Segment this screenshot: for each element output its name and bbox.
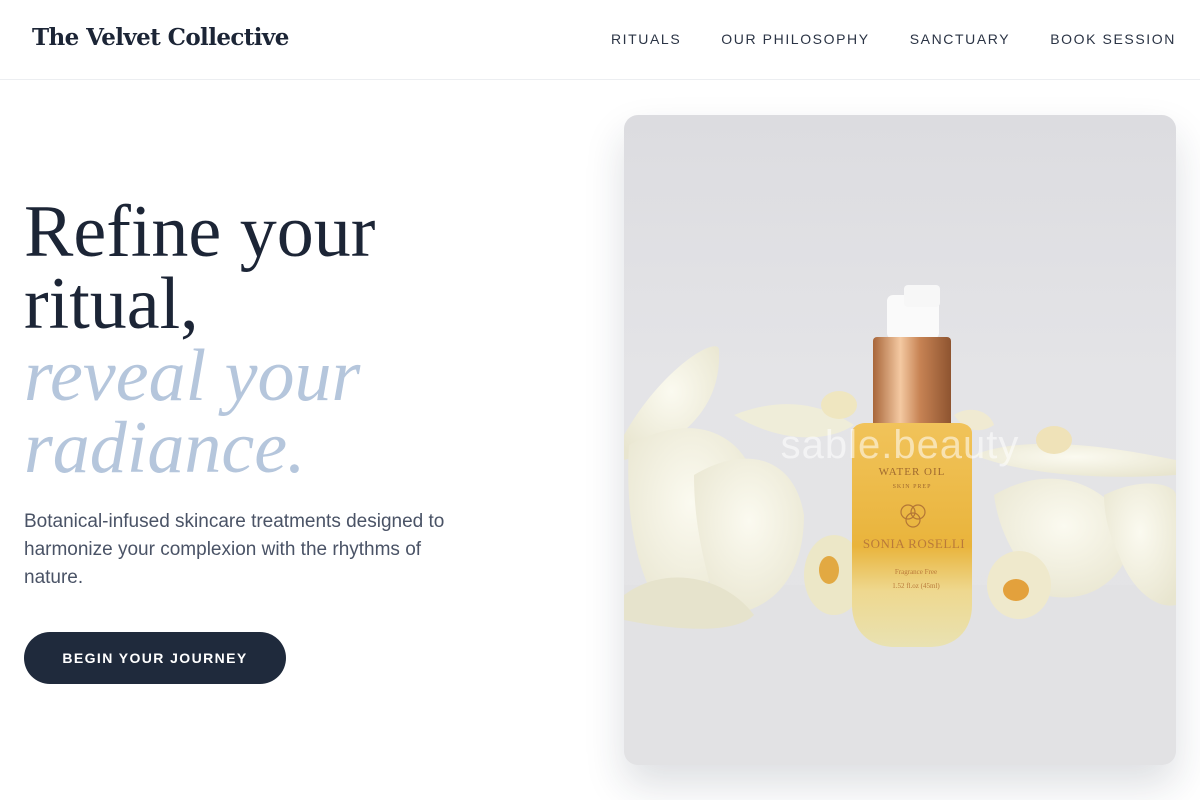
headline-line-1: Refine your bbox=[24, 191, 376, 273]
svg-text:1.52 fl.oz (45ml): 1.52 fl.oz (45ml) bbox=[892, 582, 940, 590]
nav-link-book-session[interactable]: BOOK SESSION bbox=[1050, 31, 1176, 47]
svg-text:SONIA ROSELLI: SONIA ROSELLI bbox=[863, 536, 965, 551]
main-nav: RITUALS OUR PHILOSOPHY SANCTUARY BOOK SE… bbox=[611, 31, 1176, 47]
nav-link-sanctuary[interactable]: SANCTUARY bbox=[910, 31, 1011, 47]
svg-text:SKIN PREP: SKIN PREP bbox=[893, 484, 932, 490]
nav-link-rituals[interactable]: RITUALS bbox=[611, 31, 681, 47]
hero-headline: Refine your ritual, reveal your radiance… bbox=[24, 191, 584, 489]
begin-journey-button[interactable]: BEGIN YOUR JOURNEY bbox=[24, 632, 286, 684]
product-image: WATER OIL SKIN PREP SONIA ROSELLI Fragra… bbox=[624, 115, 1176, 765]
orchid-flowers-left bbox=[624, 346, 864, 629]
svg-text:Fragrance Free: Fragrance Free bbox=[895, 568, 937, 576]
headline-line-2: ritual, bbox=[24, 263, 199, 345]
brand-logo[interactable]: The Velvet Collective bbox=[32, 24, 289, 51]
headline-accent-line-2: radiance. bbox=[24, 407, 306, 489]
headline-accent-line-1: reveal your bbox=[24, 335, 361, 417]
site-header: The Velvet Collective RITUALS OUR PHILOS… bbox=[0, 0, 1200, 80]
image-watermark: sable.beauty bbox=[780, 423, 1020, 467]
nav-link-our-philosophy[interactable]: OUR PHILOSOPHY bbox=[721, 31, 869, 47]
hero-description: Botanical-infused skincare treatments de… bbox=[24, 511, 445, 588]
